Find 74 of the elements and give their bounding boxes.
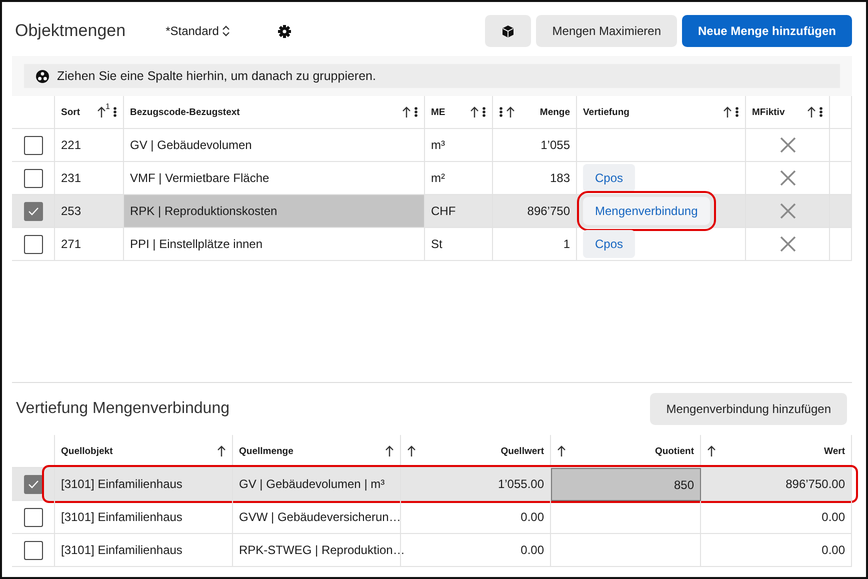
cube-icon — [502, 24, 514, 38]
table-cell: 221 — [55, 129, 124, 162]
table-cell: GV | Gebäudevolumen | m³ — [233, 468, 401, 501]
sort-arrow-icon[interactable] — [385, 445, 394, 457]
sort-arrow-icon[interactable] — [723, 106, 732, 118]
checkbox[interactable] — [24, 168, 42, 188]
table-cell: 1’055.00 — [401, 468, 551, 501]
sort-arrow-icon[interactable] — [96, 106, 106, 118]
sort-arrow-icon[interactable] — [407, 445, 416, 457]
column-header[interactable]: MFiktiv — [746, 96, 830, 129]
column-header[interactable]: Sort 1 — [55, 96, 124, 129]
table-cell: m³ — [425, 129, 493, 162]
add-link-button[interactable]: Mengenverbindung hinzufügen — [650, 393, 847, 425]
settings-icon[interactable] — [278, 24, 291, 38]
table-cell: 0.00 — [401, 534, 551, 567]
table-cell: RPK-STWEG | Reproduktion… — [233, 534, 401, 567]
table-cell: 0.00 — [701, 501, 852, 534]
check-icon — [28, 206, 38, 216]
checkbox[interactable] — [24, 474, 42, 494]
more-icon[interactable] — [414, 106, 418, 118]
detail-button[interactable]: Cpos — [583, 230, 636, 258]
table-cell: 1 — [493, 228, 577, 261]
table-cell: 0.00 — [701, 534, 852, 567]
sort-arrow-icon[interactable] — [807, 106, 816, 118]
table-cell: 271 — [55, 228, 124, 261]
table-cell: 896’750.00 — [701, 468, 852, 501]
table-cell: GVW | Gebäudeversicherun… — [233, 501, 401, 534]
maximize-button[interactable]: Mengen Maximieren — [536, 15, 677, 47]
group-hint: Ziehen Sie eine Spalte hierhin, um danach zu gruppieren. — [57, 69, 376, 83]
table-cell: [3101] Einfamilienhaus — [55, 501, 233, 534]
box-button[interactable] — [485, 15, 532, 47]
column-header[interactable]: Vertiefung — [577, 96, 746, 129]
more-icon[interactable] — [735, 106, 739, 118]
table-cell: 0.00 — [401, 501, 551, 534]
sort-arrow-icon[interactable] — [217, 445, 226, 457]
detail-button[interactable]: Cpos — [583, 164, 636, 192]
sort-order: 1 — [106, 102, 110, 111]
sort-arrow-icon[interactable] — [402, 106, 411, 118]
sort-arrow-icon[interactable] — [707, 445, 716, 457]
table-cell: GV | Gebäudevolumen — [124, 129, 425, 162]
checkbox[interactable] — [24, 136, 42, 154]
sort-arrow-icon[interactable] — [470, 106, 479, 118]
up-down-chevron-icon — [222, 25, 230, 37]
more-icon[interactable] — [113, 106, 117, 118]
table-cell: 850 — [551, 468, 701, 501]
sort-arrow-icon[interactable] — [557, 445, 566, 457]
more-icon[interactable] — [482, 106, 486, 118]
checkbox[interactable] — [24, 234, 42, 254]
checkbox[interactable] — [24, 202, 42, 220]
check-icon — [28, 480, 38, 488]
group-icon — [36, 70, 49, 82]
table-cell: CHF — [425, 195, 493, 228]
table-cell: [3101] Einfamilienhaus — [55, 534, 233, 567]
column-header[interactable]: Bezugscode-Bezugstext — [124, 96, 425, 129]
table-cell: 896’750 — [493, 195, 577, 228]
sort-arrow-icon[interactable] — [506, 106, 515, 118]
page-title: Objektmengen — [15, 21, 126, 41]
table-cell: St — [425, 228, 493, 261]
table-cell: 1’055 — [493, 129, 577, 162]
detail-button[interactable]: Mengenverbindung — [583, 197, 710, 225]
add-button[interactable]: Neue Menge hinzufügen — [682, 15, 852, 47]
header-cell — [830, 96, 852, 129]
checkbox[interactable] — [24, 508, 42, 526]
more-icon[interactable] — [819, 106, 823, 118]
section-title: Vertiefung Mengenverbindung — [16, 400, 230, 418]
table-cell: [3101] Einfamilienhaus — [55, 468, 233, 501]
column-header[interactable]: ME — [425, 96, 493, 129]
more-icon[interactable] — [499, 106, 503, 118]
checkbox[interactable] — [24, 540, 42, 560]
column-header[interactable]: Menge — [493, 96, 577, 129]
table-cell: PPI | Einstellplätze innen — [124, 228, 425, 261]
view-selector[interactable]: *Standard — [166, 24, 230, 38]
table-cell: 253 — [55, 195, 124, 228]
table-cell: RPK | Reproduktionskosten — [124, 195, 425, 228]
